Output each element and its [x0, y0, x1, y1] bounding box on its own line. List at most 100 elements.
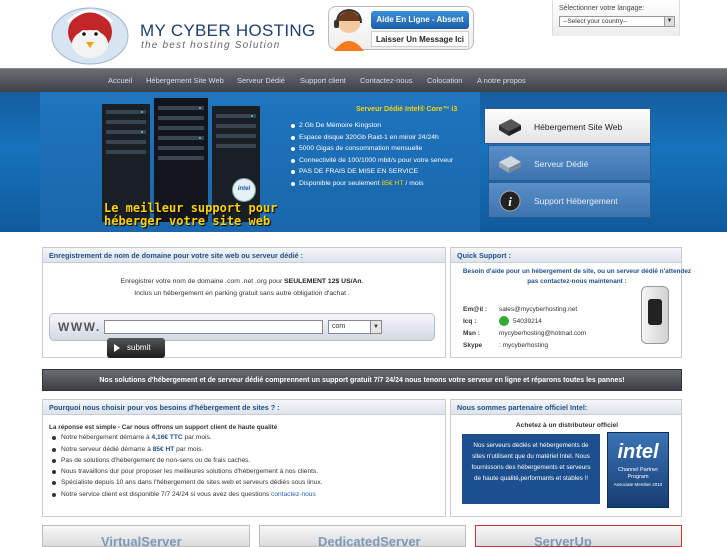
language-select-value: --Select your country-- [563, 18, 628, 25]
header: MY CYBER HOSTING the best hosting Soluti… [0, 0, 727, 68]
promo-thumb-label: VirtualServer [101, 534, 182, 547]
domain-text: Enregistrer votre nom de domaine .com .n… [43, 276, 441, 300]
submit-button[interactable]: submit [107, 338, 165, 358]
why-body: La réponse est simple - Car nous offrons… [49, 422, 441, 500]
phone-icon [641, 286, 669, 344]
promo-thumb-label: ServerUp [534, 534, 592, 547]
why-item-text: Notre service client est disponible 7/7 … [61, 490, 272, 498]
hard-drive-icon [499, 156, 521, 173]
hero-slide[interactable]: intel Serveur Dédié Intel® Core™ i3 2 Gb… [40, 92, 480, 232]
intel-core-badge: intel [232, 178, 256, 202]
intel-info-box: Nos serveurs dédiés et hébergements de s… [462, 434, 600, 504]
intel-subtitle: Achetez à un distributeur officiel [515, 422, 619, 429]
logo-title[interactable]: MY CYBER HOSTING [140, 21, 315, 41]
hero-slogan-line: héberger votre site web [104, 214, 271, 228]
contact-key: Skype [463, 342, 483, 349]
why-item-text: Notre hébergement démarre à [61, 434, 152, 442]
why-item: Pas de solutions d'hébergement de non-se… [49, 455, 441, 466]
tab-serveur-dedie[interactable]: Serveur Dédié [488, 145, 651, 181]
quick-support-title: Quick Support : [451, 248, 681, 263]
hard-drive-icon [499, 119, 521, 136]
why-item: Notre service client est disponible 7/7 … [49, 489, 441, 500]
intel-partner-panel: Nous sommes partenaire officiel Intel: A… [450, 399, 682, 517]
domain-panel-title: Enregistrement de nom de domaine pour vo… [43, 248, 445, 263]
nav-item-hebergement[interactable]: Hébergement Site Web [146, 69, 224, 92]
nav-item-serveur-dedie[interactable]: Serveur Dédié [237, 69, 285, 92]
contact-key: Icq : [463, 318, 477, 325]
tld-select[interactable]: com ▼ [328, 320, 382, 334]
tab-label: Hébergement Site Web [534, 122, 623, 132]
intel-logo-text: Program [627, 474, 649, 480]
svg-text:i: i [508, 194, 512, 209]
domain-price: SEULEMENT 12$ US/An [284, 278, 362, 285]
hero-price-suffix: / mois [403, 179, 424, 187]
logo-title-my: MY [140, 21, 166, 40]
domain-line1-suffix: . [361, 278, 364, 285]
nav-item-colocation[interactable]: Colocation [427, 69, 462, 92]
hero-feature: Espace disque 320Gb Raid-1 en miroir 24/… [290, 132, 453, 144]
promo-thumb-serverup[interactable]: ServerUp [475, 525, 682, 547]
domain-line2: Inclus un hébergement en parking gratuit… [134, 290, 350, 297]
why-item-amount: 85€ HT [152, 445, 175, 453]
hero-price-value: 85€ HT [381, 179, 404, 187]
language-selector-box: Sélectionner votre langage: --Select you… [552, 0, 680, 36]
intel-panel-title: Nous sommes partenaire officiel Intel: [451, 400, 681, 415]
leave-message-button[interactable]: Laisser Un Message Ici [371, 31, 469, 47]
contact-email[interactable]: sales@mycyberhosting.net [499, 304, 577, 317]
chevron-down-icon[interactable]: ▼ [664, 17, 674, 26]
intel-partner-logo[interactable]: intel Channel Partner Program Associate … [607, 432, 669, 508]
why-item-suffix: par mois. [182, 434, 212, 442]
contact-row: Msn : mycyberhosting@hotmail.com [463, 328, 623, 341]
domain-input[interactable] [104, 320, 323, 334]
contact-row: Skype: mycyberhosting [463, 340, 623, 353]
domain-line1: Enregistrer votre nom de domaine .com .n… [43, 276, 441, 288]
nav-item-contact[interactable]: Contactez-nous [360, 69, 413, 92]
why-item-text: Notre serveur dédié démarre à [61, 445, 153, 453]
why-item: Nous travaillons dur pour proposer les m… [49, 466, 441, 477]
domain-search-bar: WWW. com ▼ [49, 313, 435, 341]
contact-key: Em@il : [463, 306, 488, 313]
www-label: WWW. [58, 320, 101, 334]
mascot-logo-icon[interactable] [46, 2, 134, 66]
contact-link[interactable]: contactez-nous [271, 491, 316, 498]
logo-title-rest: CYBER HOSTING [170, 21, 316, 40]
intel-logo-text: Associate Member 2010 [613, 482, 663, 487]
quick-support-panel: Quick Support : Besoin d'aide pour un hé… [450, 247, 691, 358]
language-select[interactable]: --Select your country-- ▼ [559, 16, 675, 27]
tab-support-hebergement[interactable]: i Support Hébergement [488, 182, 651, 218]
live-support-widget[interactable]: Aide En Ligne - Absent Laisser Un Messag… [328, 6, 474, 51]
nav-item-about[interactable]: A notre propos [477, 69, 526, 92]
support-announcement-bar: Nos solutions d'hébergement et de serveu… [42, 369, 682, 391]
why-choose-panel: Pourquoi nous choisir pour vos besoins d… [42, 399, 446, 517]
nav-item-support[interactable]: Support client [300, 69, 346, 92]
promo-thumb-virtual-server[interactable]: VirtualServer [42, 525, 250, 547]
icq-flower-icon [499, 316, 509, 327]
hero-title: Serveur Dédié Intel® Core™ i3 [356, 106, 458, 113]
contact-key: Msn : [463, 330, 480, 337]
why-panel-title: Pourquoi nous choisir pour vos besoins d… [43, 400, 445, 415]
hero-feature: Connectivité de 100/1000 mbit/s pour vot… [290, 155, 453, 167]
why-item-suffix: par mois. [174, 445, 204, 453]
nav-item-accueil[interactable]: Accueil [108, 69, 132, 92]
hero-feature: 2 Gb De Mémoire Kingston [290, 120, 453, 132]
hero-feature-list: 2 Gb De Mémoire Kingston Espace disque 3… [290, 120, 453, 190]
promo-thumb-label: DedicatedServer [318, 534, 421, 547]
tab-hebergement-site-web[interactable]: Hébergement Site Web [484, 108, 651, 144]
hero-feature: 5000 Gigas de consommation mensuelle [290, 143, 453, 155]
hero-price: Disponible pour seulement 85€ HT / mois [290, 178, 453, 190]
language-label: Sélectionner votre langage: [559, 5, 645, 12]
domain-line1-prefix: Enregistrer votre nom de domaine .com .n… [120, 278, 285, 285]
contact-msn: mycyberhosting@hotmail.com [499, 330, 587, 337]
why-list: Notre hébergement démarre à 4,16€ TTC pa… [49, 432, 441, 500]
promo-thumb-dedicated-server[interactable]: DedicatedServer [259, 525, 466, 547]
chevron-down-icon[interactable]: ▼ [370, 321, 381, 333]
contact-row: Em@il : sales@mycyberhosting.net [463, 304, 623, 317]
why-item: Notre hébergement démarre à 4,16€ TTC pa… [49, 432, 441, 443]
contact-icq: 54039214 [499, 316, 542, 329]
hero-price-prefix: Disponible pour seulement [299, 179, 382, 187]
support-status-button[interactable]: Aide En Ligne - Absent [371, 11, 469, 29]
hero-feature: PAS DE FRAIS DE MISE EN SERVICE [290, 166, 453, 178]
tab-label: Support Hébergement [534, 196, 618, 206]
intel-logo-text: Channel Partner [617, 467, 659, 473]
info-icon: i [499, 190, 521, 212]
